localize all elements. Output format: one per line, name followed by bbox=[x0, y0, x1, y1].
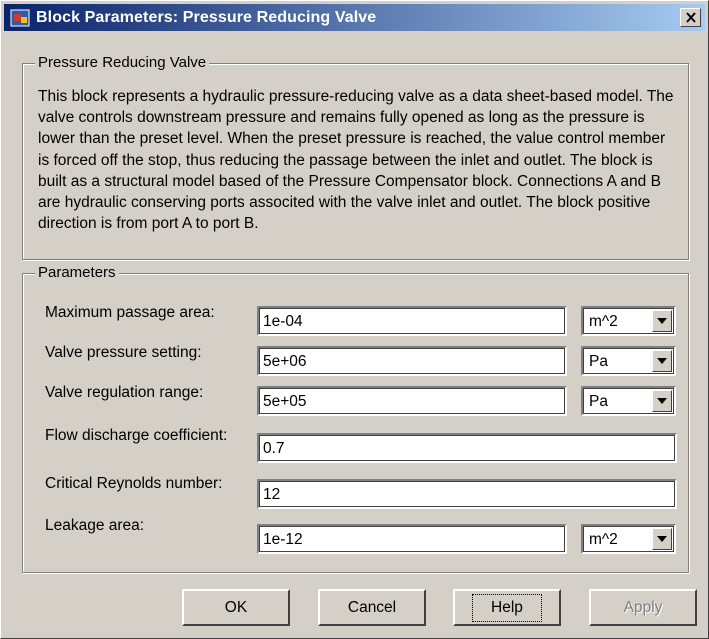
valve-pressure-setting-input[interactable]: 5e+06 bbox=[257, 346, 567, 376]
critical-reynolds-number-label: Critical Reynolds number: bbox=[45, 475, 223, 492]
valve-regulation-range-label: Valve regulation range: bbox=[45, 384, 204, 401]
ok-button-label: OK bbox=[224, 598, 248, 616]
help-button-label: Help bbox=[472, 593, 542, 622]
chevron-down-icon[interactable] bbox=[652, 528, 672, 550]
valve-pressure-setting-unit: Pa bbox=[589, 353, 608, 370]
parameters-group: Parameters Maximum passage area: 1e-04 m… bbox=[22, 264, 689, 573]
critical-reynolds-number-input[interactable]: 12 bbox=[257, 479, 677, 509]
max-passage-area-unit: m^2 bbox=[589, 313, 618, 330]
max-passage-area-label: Maximum passage area: bbox=[45, 304, 215, 321]
simulink-block-icon bbox=[10, 8, 30, 28]
chevron-down-icon[interactable] bbox=[652, 310, 672, 332]
leakage-area-input[interactable]: 1e-12 bbox=[257, 524, 567, 554]
leakage-area-unit-select[interactable]: m^2 bbox=[581, 524, 676, 554]
flow-discharge-coefficient-label: Flow discharge coefficient: bbox=[45, 427, 228, 444]
block-description: This block represents a hydraulic pressu… bbox=[38, 88, 674, 233]
apply-button-label: Apply bbox=[623, 598, 663, 616]
description-group: Pressure Reducing Valve This block repre… bbox=[22, 54, 689, 260]
close-button[interactable] bbox=[680, 8, 701, 27]
flow-discharge-coefficient-input[interactable]: 0.7 bbox=[257, 433, 677, 463]
chevron-down-icon[interactable] bbox=[652, 350, 672, 372]
valve-regulation-range-input[interactable]: 5e+05 bbox=[257, 386, 567, 416]
valve-regulation-range-unit: Pa bbox=[589, 393, 608, 410]
valve-pressure-setting-label: Valve pressure setting: bbox=[45, 344, 202, 361]
dialog-window: Block Parameters: Pressure Reducing Valv… bbox=[0, 0, 709, 639]
leakage-area-label: Leakage area: bbox=[45, 517, 145, 534]
max-passage-area-unit-select[interactable]: m^2 bbox=[581, 306, 676, 336]
close-icon bbox=[685, 12, 696, 23]
cancel-button-label: Cancel bbox=[347, 598, 397, 616]
help-button[interactable]: Help bbox=[453, 589, 561, 626]
window-title: Block Parameters: Pressure Reducing Valv… bbox=[36, 8, 377, 26]
title-bar[interactable]: Block Parameters: Pressure Reducing Valv… bbox=[4, 4, 705, 31]
cancel-button[interactable]: Cancel bbox=[318, 589, 426, 626]
apply-button[interactable]: Apply bbox=[589, 589, 697, 626]
valve-pressure-setting-unit-select[interactable]: Pa bbox=[581, 346, 676, 376]
ok-button[interactable]: OK bbox=[182, 589, 290, 626]
description-group-title: Pressure Reducing Valve bbox=[35, 54, 210, 71]
leakage-area-unit: m^2 bbox=[589, 531, 618, 548]
max-passage-area-input[interactable]: 1e-04 bbox=[257, 306, 567, 336]
parameters-group-title: Parameters bbox=[35, 264, 119, 281]
valve-regulation-range-unit-select[interactable]: Pa bbox=[581, 386, 676, 416]
chevron-down-icon[interactable] bbox=[652, 390, 672, 412]
